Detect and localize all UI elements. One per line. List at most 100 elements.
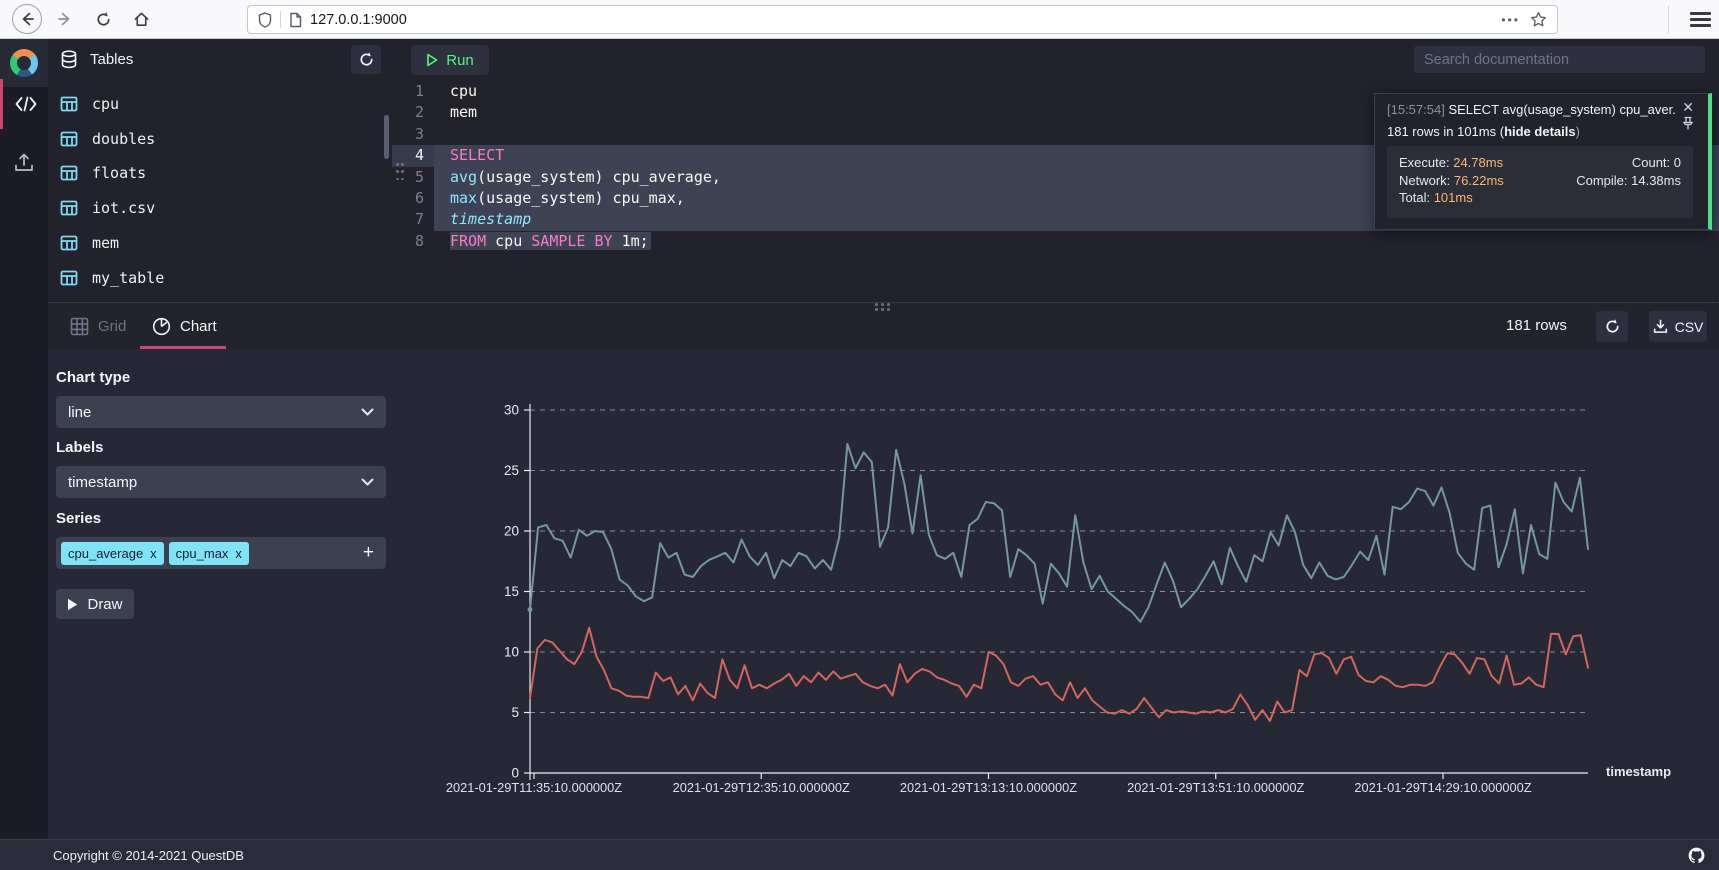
arrow-left-icon [19, 11, 35, 27]
refresh-icon [1604, 318, 1621, 335]
table-list-item[interactable]: iot.csv [48, 193, 392, 223]
row-count-label: 181 rows [1506, 317, 1567, 334]
page-info-icon[interactable] [289, 12, 302, 28]
run-button[interactable]: Run [411, 45, 489, 75]
series-tag[interactable]: cpu_average x [61, 542, 164, 565]
table-list-item[interactable]: my_table [48, 263, 392, 293]
table-name: iot.csv [92, 199, 155, 217]
stat-row: Total: 101ms [1399, 189, 1681, 207]
refresh-icon [358, 51, 375, 68]
code-line: 8FROM cpu SAMPLE BY 1m; [392, 231, 1719, 252]
notification-summary: 181 rows in 101ms (hide details) [1387, 124, 1580, 139]
table-name: mem [92, 234, 119, 252]
questdb-logo-icon [10, 49, 38, 77]
download-icon [1653, 319, 1668, 334]
table-name: my_table [92, 269, 164, 287]
url-text: 127.0.0.1:9000 [310, 12, 1501, 28]
notification-stats-box: Execute: 24.78msCount: 0Network: 76.22ms… [1387, 146, 1693, 218]
labels-label: Labels [56, 439, 104, 456]
table-list-item[interactable]: floats [48, 158, 392, 188]
url-divider [280, 11, 281, 28]
tables-panel-title: Tables [90, 51, 133, 68]
table-icon [60, 95, 78, 113]
line-number: 2 [392, 102, 434, 123]
browser-toolbar: 127.0.0.1:9000 ••• [0, 0, 1719, 39]
github-icon[interactable] [1688, 847, 1705, 869]
stat-label: Total: [1399, 190, 1430, 205]
run-button-label: Run [446, 52, 474, 69]
code-icon [15, 96, 37, 112]
draw-button[interactable]: Draw [56, 589, 134, 619]
panel-splitter-handle[interactable] [396, 163, 406, 183]
series-tag-label: cpu_max [176, 546, 229, 561]
tables-panel: Tables cpu doubles floats iot.csv mem my_tabl… [48, 39, 392, 302]
browser-reload-button[interactable] [88, 4, 118, 34]
notification-close-icon[interactable]: ✕ [1682, 100, 1694, 114]
address-bar[interactable]: 127.0.0.1:9000 ••• [247, 5, 1558, 34]
home-icon [133, 11, 150, 28]
reload-icon [95, 11, 112, 28]
browser-menu-button[interactable] [1690, 12, 1711, 27]
tables-refresh-button[interactable] [351, 45, 381, 74]
results-panel: Grid Chart 181 rows CSV Chart type line … [48, 302, 1719, 839]
browser-forward-button[interactable] [50, 4, 80, 34]
stat-value: 76.22ms [1454, 173, 1504, 188]
browser-home-button[interactable] [126, 4, 156, 34]
active-tab-indicator [140, 346, 226, 349]
table-icon [60, 269, 78, 287]
footer: Copyright © 2014-2021 QuestDB [0, 839, 1719, 870]
chevron-down-icon [361, 478, 374, 486]
stat-row: Execute: 24.78msCount: 0 [1399, 154, 1681, 172]
grid-icon [70, 317, 89, 336]
labels-value: timestamp [68, 474, 361, 491]
csv-button-label: CSV [1675, 319, 1704, 335]
tab-grid-label: Grid [98, 318, 126, 335]
series-tag-label: cpu_average [68, 546, 143, 561]
database-icon [60, 50, 78, 69]
copyright-text: Copyright © 2014-2021 QuestDB [53, 848, 244, 863]
table-name: cpu [92, 95, 119, 113]
tables-scrollbar[interactable] [384, 115, 389, 159]
line-number: 7 [392, 209, 434, 230]
series-tag[interactable]: cpu_max x [169, 542, 249, 565]
upload-icon [14, 153, 34, 172]
remove-tag-icon[interactable]: x [150, 546, 157, 561]
results-refresh-button[interactable] [1596, 311, 1628, 342]
stat-label: Network: [1399, 173, 1450, 188]
page-actions-icon[interactable]: ••• [1501, 13, 1520, 27]
add-series-button[interactable]: + [363, 542, 381, 564]
browser-back-button[interactable] [12, 4, 42, 34]
remove-tag-icon[interactable]: x [235, 546, 242, 561]
labels-select[interactable]: timestamp [56, 466, 386, 498]
line-number: 1 [392, 81, 434, 102]
rail-item-console[interactable] [0, 79, 48, 129]
hide-details-link[interactable]: hide details [1504, 124, 1576, 139]
table-name: floats [92, 164, 146, 182]
rail-item-import[interactable] [0, 137, 48, 187]
notification-title: [15:57:54] SELECT avg(usage_system) cpu_… [1387, 102, 1677, 117]
chart-type-value: line [68, 404, 361, 421]
table-icon [60, 199, 78, 217]
line-number: 8 [392, 231, 434, 252]
series-input[interactable]: cpu_average x cpu_max x + [56, 537, 386, 569]
line-number: 3 [392, 124, 434, 145]
stat-row: Network: 76.22msCompile: 14.38ms [1399, 172, 1681, 190]
tab-grid[interactable]: Grid [70, 303, 126, 349]
notification-timestamp: [15:57:54] [1387, 102, 1445, 117]
shield-permissions-icon [258, 12, 272, 28]
table-icon [60, 164, 78, 182]
table-list-item[interactable]: cpu [48, 89, 392, 119]
notification-pin-icon[interactable] [1682, 116, 1694, 135]
tab-chart[interactable]: Chart [152, 303, 217, 349]
table-list-item[interactable]: mem [48, 228, 392, 258]
chart-type-select[interactable]: line [56, 396, 386, 428]
table-icon [60, 130, 78, 148]
summary-suffix: ) [1576, 124, 1580, 139]
csv-download-button[interactable]: CSV [1649, 311, 1707, 342]
summary-prefix: 181 rows in 101ms ( [1387, 124, 1504, 139]
results-splitter-handle[interactable] [872, 303, 894, 311]
table-list-item[interactable]: doubles [48, 124, 392, 154]
bookmark-star-icon[interactable] [1530, 11, 1547, 28]
chart-type-label: Chart type [56, 369, 130, 386]
search-documentation-input[interactable] [1414, 46, 1705, 73]
